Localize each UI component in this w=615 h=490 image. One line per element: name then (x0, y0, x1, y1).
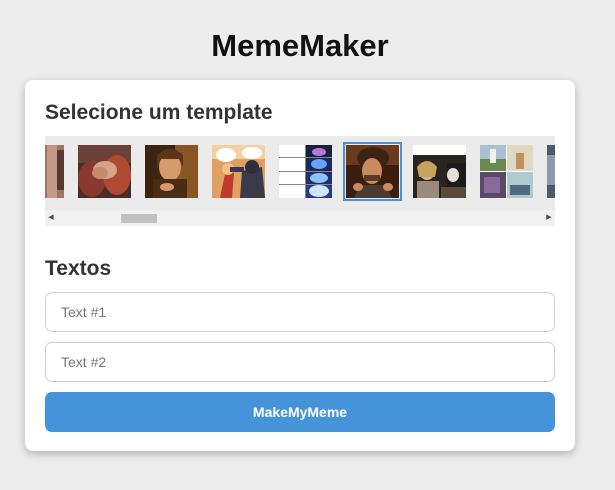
template-section-heading: Selecione um template (45, 101, 273, 124)
horizontal-scrollbar[interactable]: ◀ ▶ (45, 210, 555, 226)
template-thumbnail[interactable] (45, 145, 64, 198)
template-thumbnail[interactable] (413, 145, 466, 198)
batman-slapping-robin-thumbnail-icon (212, 145, 265, 198)
template-carousel[interactable]: ◀ ▶ (45, 136, 555, 226)
meme-maker-card: Selecione um template ◀ ▶ Textos Text #1… (25, 80, 575, 451)
scroll-left-arrow-icon[interactable]: ◀ (45, 210, 57, 226)
template-thumbnail[interactable] (145, 145, 198, 198)
texts-section-heading: Textos (45, 257, 112, 280)
template-thumbnail[interactable] (78, 145, 131, 198)
scrollbar-thumb[interactable] (121, 214, 157, 223)
handshake-meme-thumbnail-icon (78, 145, 131, 198)
template-thumbnail-list (45, 136, 555, 216)
template-thumbnail[interactable] (279, 145, 332, 198)
make-my-meme-button[interactable]: MakeMyMeme (45, 392, 555, 432)
page-title: MemeMaker (211, 28, 389, 63)
partial-meme-thumbnail-icon (45, 145, 64, 198)
template-thumbnail[interactable] (212, 145, 265, 198)
scroll-right-arrow-icon[interactable]: ▶ (543, 210, 555, 226)
woman-yelling-at-cat-thumbnail-icon (413, 145, 466, 198)
left-exit-ramp-thumbnail-icon (480, 145, 533, 198)
one-does-not-simply-thumbnail-icon (145, 145, 198, 198)
text-2-input[interactable] (45, 342, 555, 382)
template-thumbnail-selected[interactable] (343, 142, 402, 201)
ancient-aliens-guy-thumbnail-icon (346, 145, 399, 198)
partial-meme-thumbnail-icon (547, 145, 555, 198)
template-thumbnail[interactable] (547, 145, 555, 198)
text-1-input[interactable] (45, 292, 555, 332)
template-thumbnail[interactable] (480, 145, 533, 198)
expanding-brain-thumbnail-icon (279, 145, 332, 198)
